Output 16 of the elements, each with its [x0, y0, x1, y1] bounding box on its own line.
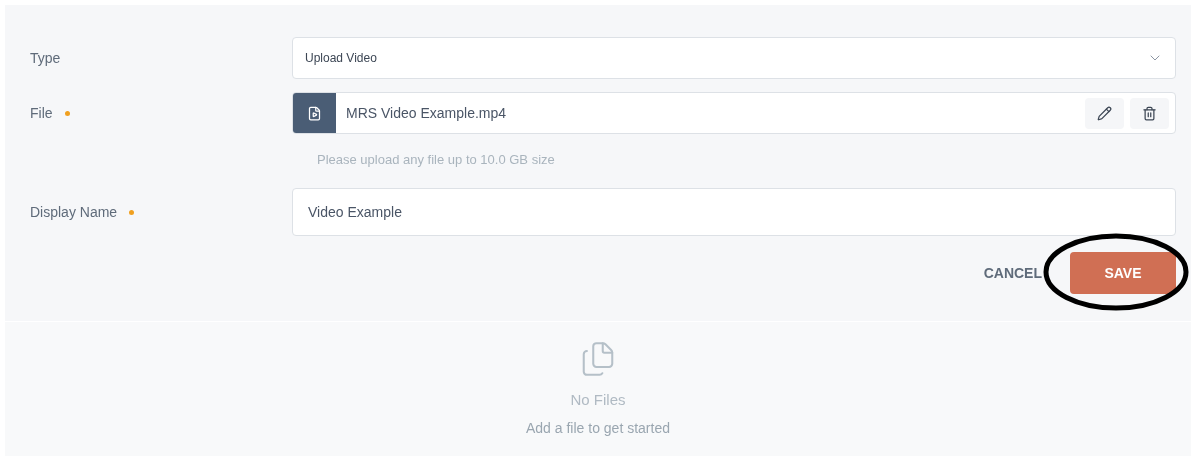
cancel-button[interactable]: CANCEL	[975, 252, 1050, 294]
delete-button[interactable]	[1130, 97, 1169, 129]
type-select[interactable]: Upload Video	[292, 37, 1176, 79]
edit-icon	[1097, 105, 1112, 121]
video-file-icon	[307, 105, 322, 121]
empty-subtitle: Add a file to get started	[526, 418, 670, 438]
display-name-field[interactable]: Video Example	[292, 188, 1176, 236]
empty-title: No Files	[570, 390, 626, 410]
field-label: Type	[30, 48, 61, 68]
field-hint: Please upload any file up to 10.0 GB size	[317, 152, 555, 167]
edit-button[interactable]	[1085, 97, 1124, 129]
field-label: File	[30, 103, 53, 123]
file-field[interactable]: MRS Video Example.mp4	[292, 92, 1176, 134]
file-name: MRS Video Example.mp4	[346, 103, 508, 123]
field-label: Display Name	[30, 202, 118, 222]
delete-icon	[1142, 105, 1157, 121]
